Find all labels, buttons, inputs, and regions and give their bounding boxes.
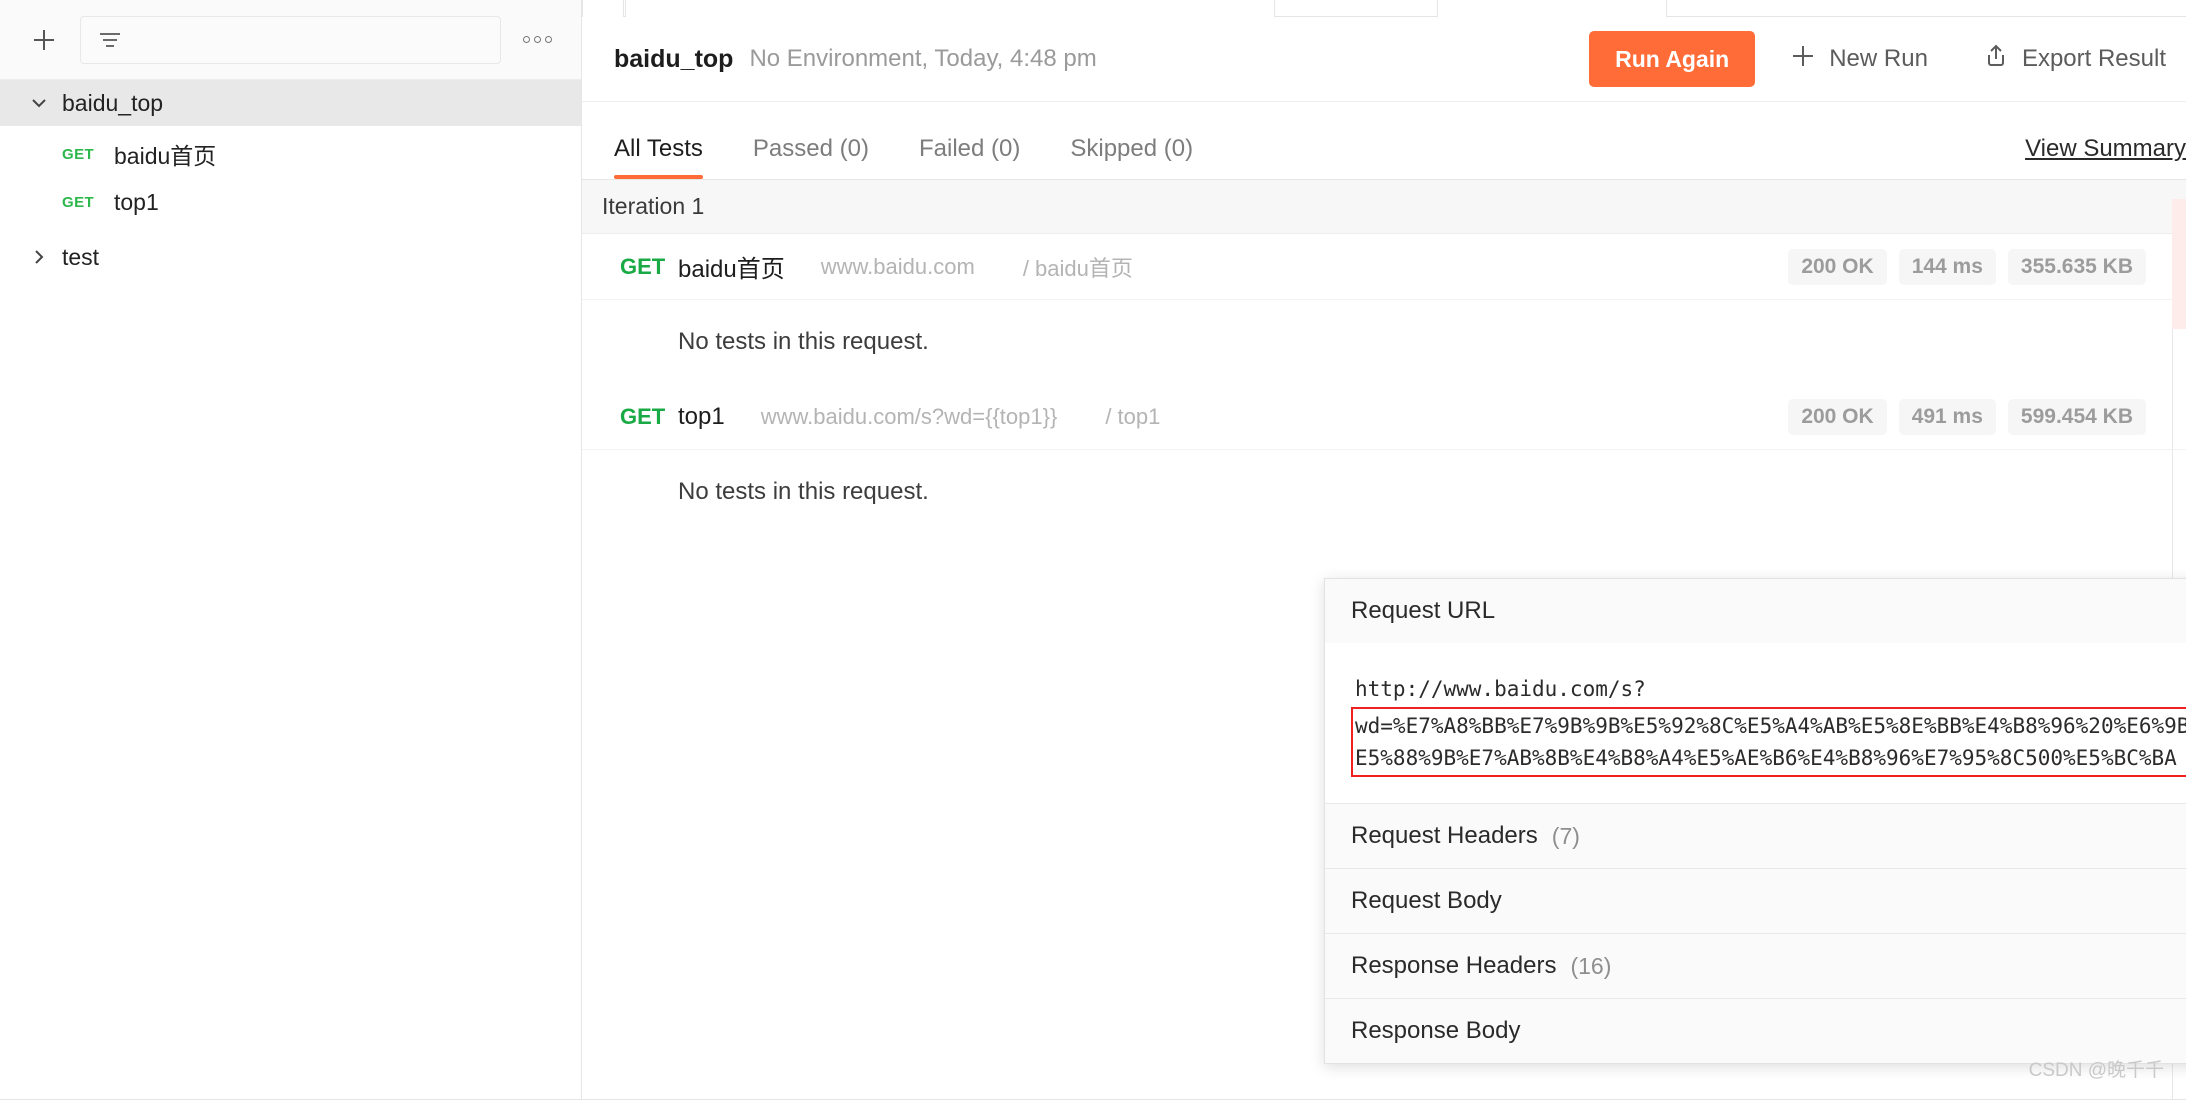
no-tests-message: No tests in this request.	[678, 478, 929, 505]
main-panel: baidu_top No Environment, Today, 4:48 pm…	[582, 0, 2186, 1100]
results-tabs: All Tests Passed (0) Failed (0) Skipped …	[582, 102, 2186, 180]
new-run-button[interactable]: New Run	[1769, 31, 1948, 87]
sidebar-item-label: baidu首页	[114, 143, 217, 169]
section-count: (16)	[1570, 952, 1612, 979]
request-path: / top1	[1105, 403, 1161, 429]
dot-icon	[544, 36, 552, 43]
window-tabstrip	[582, 0, 2186, 17]
time-badge: 491 ms	[1898, 398, 1996, 435]
export-result-label: Export Result	[2021, 45, 2166, 72]
chevron-down-icon	[28, 92, 62, 114]
sidebar-filter-input[interactable]	[135, 28, 484, 51]
section-title: Request URL	[1351, 597, 1496, 624]
sidebar-item-label: top1	[114, 188, 159, 215]
table-row[interactable]: GET baidu首页 www.baidu.com / baidu首页 200 …	[582, 234, 2186, 300]
tab-skipped[interactable]: Skipped (0)	[1070, 135, 1193, 179]
section-title: Request Headers	[1351, 822, 1538, 849]
request-method-label: GET	[62, 193, 95, 211]
request-method-label: GET	[620, 253, 666, 279]
results-list: GET baidu首页 www.baidu.com / baidu首页 200 …	[582, 234, 2186, 534]
tab-remnant[interactable]	[1437, 0, 1667, 17]
plus-icon	[1789, 42, 1817, 77]
size-badge: 355.635 KB	[2007, 248, 2146, 285]
section-response-headers: Response Headers (16)	[1325, 934, 2186, 999]
status-badge: 200 OK	[1788, 248, 1887, 285]
tab-all-tests[interactable]: All Tests	[614, 135, 703, 179]
sidebar-item-test[interactable]: test	[0, 234, 581, 280]
sidebar-item-baidu-top[interactable]: baidu_top	[0, 80, 581, 126]
section-title: Request Body	[1351, 887, 1502, 914]
scrollbar-thumb[interactable]	[2172, 199, 2186, 329]
request-url-base: http://www.baidu.com/s?	[1355, 677, 1646, 701]
request-method-label: GET	[620, 403, 666, 429]
sidebar-more-button[interactable]	[515, 18, 559, 62]
section-title: Response Body	[1351, 1017, 1521, 1044]
view-summary-link[interactable]: View Summary	[2025, 135, 2186, 179]
dot-icon	[533, 36, 541, 43]
section-response-body-header[interactable]: Response Body	[1325, 999, 2186, 1063]
tab-passed[interactable]: Passed (0)	[753, 135, 869, 179]
add-new-button[interactable]	[22, 18, 66, 62]
export-result-button[interactable]: Export Result	[1962, 31, 2186, 87]
tab-remnant[interactable]	[582, 0, 624, 17]
sidebar-item-baidu-home[interactable]: GET baidu首页	[0, 134, 581, 174]
section-count: (7)	[1551, 822, 1580, 849]
run-header: baidu_top No Environment, Today, 4:48 pm…	[582, 17, 2186, 102]
section-request-body: Request Body	[1325, 869, 2186, 934]
section-title: Response Headers	[1351, 952, 1557, 979]
size-badge: 599.454 KB	[2007, 398, 2146, 435]
sidebar-item-label: test	[62, 243, 100, 270]
run-again-button[interactable]: Run Again	[1589, 31, 1756, 87]
request-name: top1	[678, 402, 725, 430]
collection-tree: baidu_top GET baidu首页 GET top1 test	[0, 80, 581, 280]
sidebar: baidu_top GET baidu首页 GET top1 test	[0, 0, 582, 1100]
request-method-label: GET	[62, 145, 95, 163]
status-badges: 200 OK 491 ms 599.454 KB	[1788, 398, 2186, 435]
request-name: baidu首页	[678, 256, 785, 283]
filter-icon	[97, 29, 123, 51]
dot-icon	[522, 36, 530, 43]
status-badge: 200 OK	[1788, 398, 1887, 435]
no-tests-message: No tests in this request.	[678, 328, 929, 355]
section-request-headers: Request Headers (7)	[1325, 804, 2186, 869]
request-detail-panel: Request URL http://www.baidu.com/s? wd=%…	[1324, 578, 2186, 1064]
sidebar-toolbar	[0, 0, 581, 80]
request-url-text: http://www.baidu.com/s? wd=%E7%A8%BB%E7%…	[1351, 673, 2186, 777]
request-url: www.baidu.com	[820, 253, 975, 279]
tab-failed[interactable]: Failed (0)	[919, 135, 1020, 179]
tab-remnant[interactable]	[625, 0, 1275, 17]
section-request-url-header[interactable]: Request URL	[1325, 579, 2186, 643]
chevron-right-icon	[28, 246, 62, 268]
section-response-body: Response Body	[1325, 999, 2186, 1063]
new-run-label: New Run	[1829, 45, 1928, 72]
share-export-icon	[1982, 42, 2010, 77]
sidebar-filter-box[interactable]	[80, 15, 501, 64]
postman-runner-window: baidu_top GET baidu首页 GET top1 test baid…	[0, 0, 2186, 1100]
sidebar-item-label: baidu_top	[62, 89, 164, 116]
request-url-encoded-highlight: wd=%E7%A8%BB%E7%9B%9B%E5%92%8C%E5%A4%AB%…	[1351, 707, 2186, 777]
watermark: CSDN @晚千千	[2028, 1060, 2164, 1081]
plus-icon	[34, 29, 54, 50]
request-url: www.baidu.com/s?wd={{top1}}	[760, 403, 1058, 429]
iteration-header: Iteration 1	[582, 180, 2186, 234]
section-request-url: Request URL http://www.baidu.com/s? wd=%…	[1325, 579, 2186, 804]
table-row[interactable]: GET top1 www.baidu.com/s?wd={{top1}} / t…	[582, 384, 2186, 450]
run-meta: No Environment, Today, 4:48 pm	[749, 45, 1097, 72]
page-title: baidu_top	[614, 44, 734, 73]
time-badge: 144 ms	[1898, 248, 1996, 285]
section-request-headers-header[interactable]: Request Headers (7)	[1325, 804, 2186, 868]
request-path: / baidu首页	[1022, 255, 1133, 281]
header-actions: Run Again New Run Export Result	[1589, 31, 2186, 87]
status-badges: 200 OK 144 ms 355.635 KB	[1788, 248, 2186, 285]
section-response-headers-header[interactable]: Response Headers (16)	[1325, 934, 2186, 998]
sidebar-item-top1[interactable]: GET top1	[0, 182, 581, 222]
request-url-body: http://www.baidu.com/s? wd=%E7%A8%BB%E7%…	[1325, 643, 2186, 803]
section-request-body-header[interactable]: Request Body	[1325, 869, 2186, 933]
